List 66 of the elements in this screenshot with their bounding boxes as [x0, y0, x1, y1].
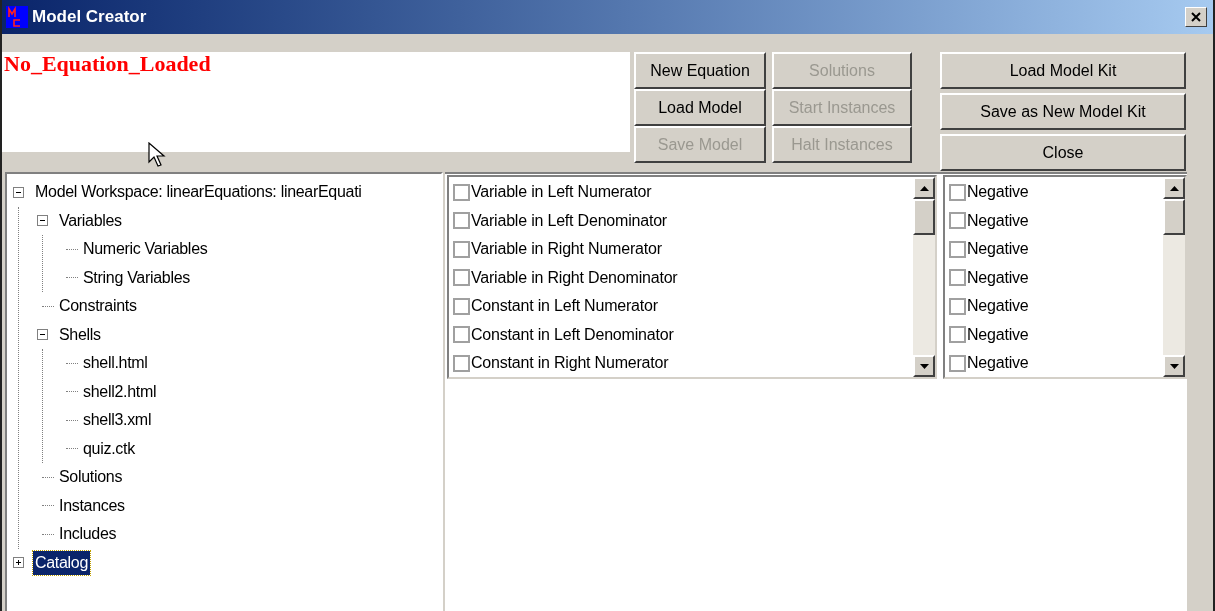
tree-item[interactable]: shell.html — [81, 351, 150, 376]
tree-item[interactable]: shell2.html — [81, 379, 159, 404]
checkbox-label: Variable in Left Denominator — [471, 210, 667, 231]
scroll-thumb[interactable] — [913, 199, 935, 235]
equation-status: No_Equation_Loaded — [4, 51, 211, 76]
checkbox-label: Variable in Left Numerator — [471, 182, 652, 203]
checkbox[interactable] — [453, 354, 470, 372]
checkbox[interactable] — [453, 326, 470, 344]
collapse-icon[interactable] — [37, 329, 48, 341]
checkbox-label: Variable in Right Numerator — [471, 239, 662, 260]
down-arrow-icon — [1169, 363, 1179, 369]
checkbox[interactable] — [453, 183, 470, 201]
checkbox-label: Negative — [967, 296, 1029, 317]
scroll-thumb[interactable] — [1163, 199, 1185, 235]
tree-item[interactable]: Variables — [57, 208, 124, 233]
checkbox[interactable] — [949, 269, 966, 287]
scroll-down-button[interactable] — [913, 355, 935, 377]
tree-item[interactable]: Constraints — [57, 294, 139, 319]
checkbox[interactable] — [949, 183, 966, 201]
collapse-icon[interactable] — [13, 186, 24, 198]
tree-item[interactable]: Includes — [57, 522, 119, 547]
checkbox-label: Negative — [967, 210, 1029, 231]
checkbox-label: Constant in Right Numerator — [471, 353, 669, 374]
checkbox-label: Constant in Left Numerator — [471, 296, 658, 317]
down-arrow-icon — [919, 363, 929, 369]
close-button[interactable] — [1185, 7, 1207, 27]
checkbox[interactable] — [949, 354, 966, 372]
checkbox[interactable] — [949, 212, 966, 230]
close-icon — [1191, 12, 1201, 22]
checkbox[interactable] — [949, 297, 966, 315]
checkbox-label: Constant in Left Denominator — [471, 324, 674, 345]
checkbox[interactable] — [453, 240, 470, 258]
window-title: Model Creator — [32, 6, 147, 29]
checkbox[interactable] — [453, 297, 470, 315]
expand-icon[interactable] — [13, 557, 24, 569]
tree-item[interactable]: Shells — [57, 322, 103, 347]
checkbox-label: Negative — [967, 324, 1029, 345]
tree-item[interactable]: String Variables — [81, 265, 192, 290]
up-arrow-icon — [919, 185, 929, 191]
tree-item[interactable]: Numeric Variables — [81, 237, 210, 262]
checkbox[interactable] — [453, 269, 470, 287]
tree-item[interactable]: Catalog — [33, 550, 91, 575]
action-button[interactable]: Load Model — [634, 89, 766, 126]
tree-item[interactable]: Model Workspace: linearEquations: linearEquati — [33, 180, 364, 205]
checkbox-label: Negative — [967, 267, 1029, 288]
checkbox-label: Negative — [967, 239, 1029, 260]
checkbox[interactable] — [453, 212, 470, 230]
checkbox-label: Negative — [967, 182, 1029, 203]
scroll-up-button[interactable] — [1163, 177, 1185, 199]
tree-item[interactable]: Solutions — [57, 465, 125, 490]
action-button[interactable]: Load Model Kit — [940, 52, 1186, 89]
checkbox-label: Variable in Right Denominator — [471, 267, 678, 288]
tree-item[interactable]: Instances — [57, 493, 127, 518]
checkbox-label: Negative — [967, 353, 1029, 374]
action-button[interactable]: Close — [940, 134, 1186, 171]
scroll-down-button[interactable] — [1163, 355, 1185, 377]
action-button[interactable]: Save as New Model Kit — [940, 93, 1186, 130]
scroll-up-button[interactable] — [913, 177, 935, 199]
collapse-icon[interactable] — [37, 215, 48, 227]
checkbox[interactable] — [949, 326, 966, 344]
tree-item[interactable]: quiz.ctk — [81, 436, 137, 461]
tree-item[interactable]: shell3.xml — [81, 408, 154, 433]
action-button[interactable]: New Equation — [634, 52, 766, 89]
checkbox[interactable] — [949, 240, 966, 258]
up-arrow-icon — [1169, 185, 1179, 191]
app-icon — [6, 6, 28, 28]
